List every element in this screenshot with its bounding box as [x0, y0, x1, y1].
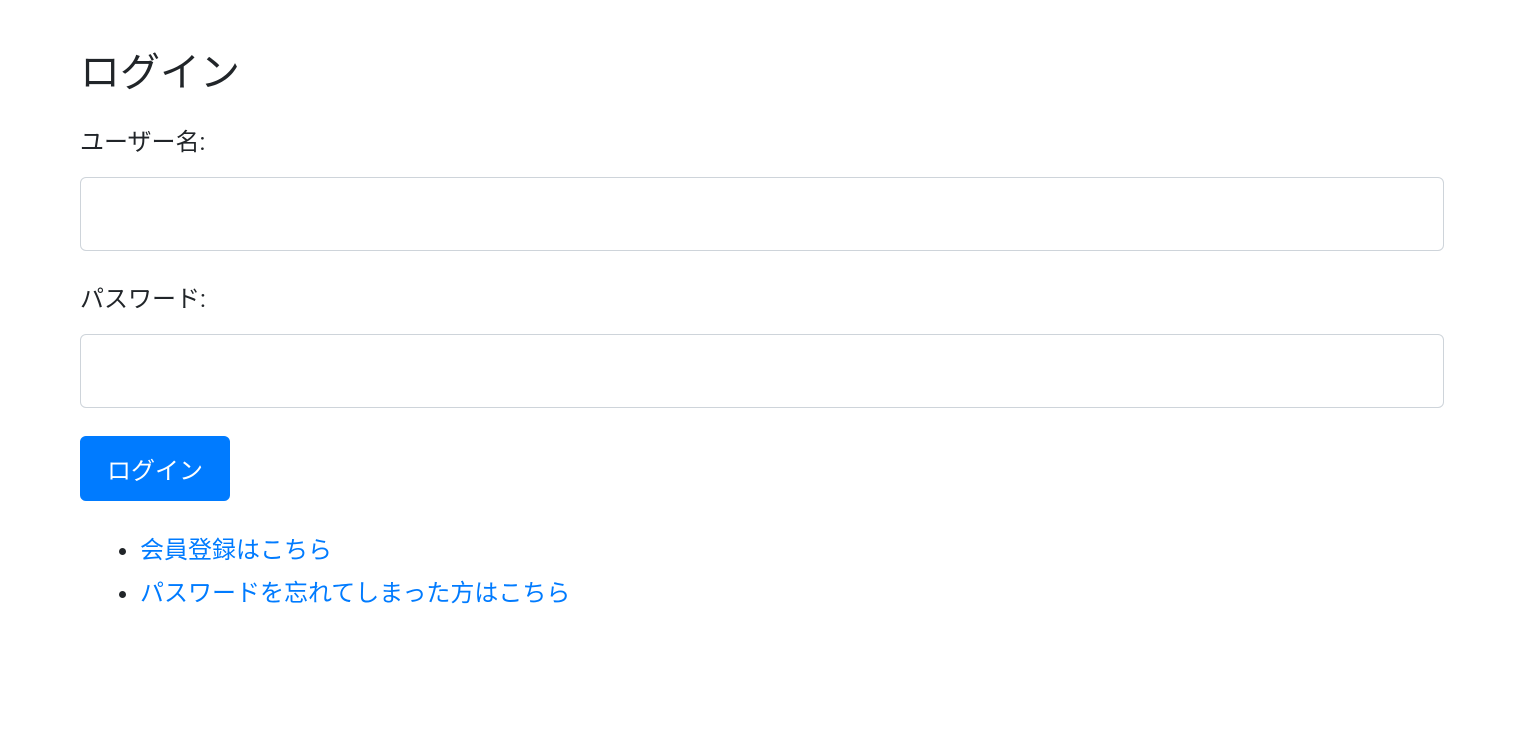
list-item: パスワードを忘れてしまった方はこちら	[140, 572, 1444, 615]
page-title: ログイン	[80, 40, 1444, 98]
username-label: ユーザー名:	[80, 122, 1444, 157]
login-button[interactable]: ログイン	[80, 436, 230, 501]
password-input[interactable]	[80, 334, 1444, 408]
forgot-password-link[interactable]: パスワードを忘れてしまった方はこちら	[140, 579, 570, 607]
links-list: 会員登録はこちら パスワードを忘れてしまった方はこちら	[80, 529, 1444, 615]
register-link[interactable]: 会員登録はこちら	[140, 536, 332, 564]
password-group: パスワード:	[80, 279, 1444, 408]
login-form: ユーザー名: パスワード: ログイン	[80, 122, 1444, 529]
login-container: ログイン ユーザー名: パスワード: ログイン 会員登録はこちら パスワードを忘…	[80, 40, 1444, 615]
list-item: 会員登録はこちら	[140, 529, 1444, 572]
username-input[interactable]	[80, 177, 1444, 251]
username-group: ユーザー名:	[80, 122, 1444, 251]
password-label: パスワード:	[80, 279, 1444, 314]
